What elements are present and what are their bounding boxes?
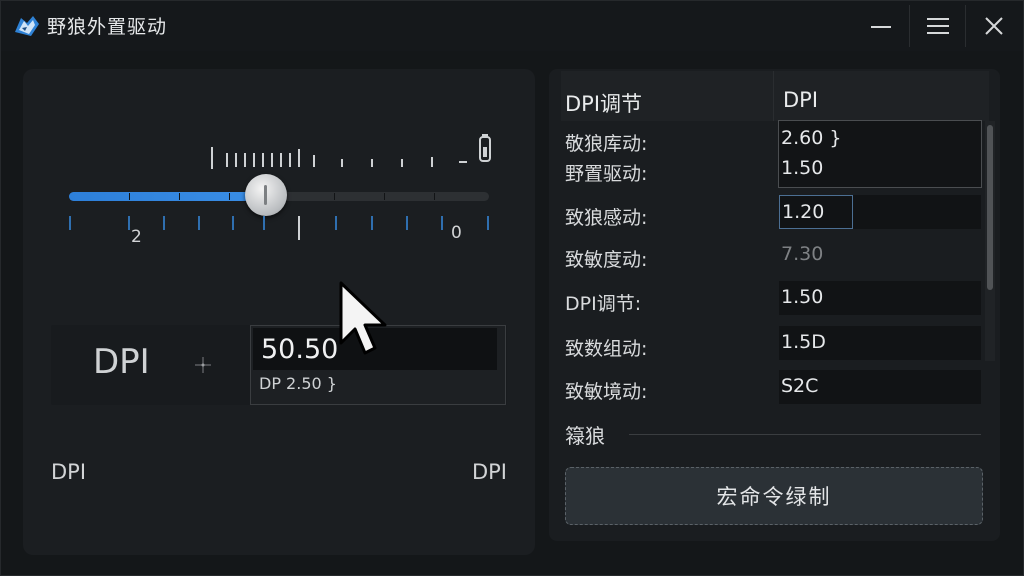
bottom-tick [69,216,71,230]
setting-label: 致敏境动: [565,381,648,403]
dpi-label: DPI [93,342,150,382]
settings-panel: DPI调节 DPI 敬狼库动: 2.60 } 野置驱动: 1.50 致狼感动: … [549,69,1000,541]
app-title: 野狼外置驱动 [47,16,168,38]
scale-label-high: 0 [451,223,462,243]
bottom-tick [128,216,130,230]
top-tick [459,161,467,163]
top-tick [401,159,403,167]
top-tick [341,159,343,167]
setting-value[interactable]: 7.30 [779,238,981,272]
section-divider [629,434,981,435]
bottom-tick [406,216,408,230]
mouse-cursor-icon [339,281,387,355]
section-title: 簶狼 [565,424,605,448]
footer-dpi-right: DPI [471,460,507,484]
setting-label: DPI调节: [565,293,642,315]
slider-segment-mark [434,193,435,200]
slider-segment-mark [334,193,335,200]
top-tick [280,153,282,167]
top-tick [244,153,246,167]
minimize-icon [871,26,891,28]
scrollbar-thumb[interactable] [987,125,993,290]
slider-segment-mark [384,193,385,200]
settings-scrollbar[interactable] [985,121,995,361]
header-divider [773,71,774,121]
macro-record-button[interactable]: 宏命令绿制 [565,467,983,525]
bottom-tick [232,216,234,230]
top-tick [313,155,315,167]
footer-dpi-left: DPI [51,460,87,484]
title-bar: 野狼外置驱动 [1,1,1023,51]
slider-segment-mark [129,193,130,200]
setting-label: 致敏度动: [565,249,648,271]
bottom-tick [198,216,200,230]
setting-value[interactable]: 1.50 [779,152,981,186]
bottom-tick [335,216,337,230]
setting-value[interactable]: 1.5D [779,326,981,360]
thumb-grip [264,185,267,205]
top-tick [226,153,228,167]
top-tick [253,153,255,167]
top-tick [289,153,291,167]
setting-value-input[interactable]: 1.20 [779,195,853,229]
setting-label: 敬狼库动: [565,133,648,155]
setting-value[interactable]: 1.20 [779,195,981,229]
top-tick [211,147,213,169]
settings-table-header: DPI调节 DPI [561,71,989,121]
dpi-panel: 2 0 DPI DP 2.50 } DPI DPI [23,69,535,555]
dpi-slider-thumb[interactable] [245,174,287,216]
setting-value[interactable]: 1.50 [779,281,981,315]
setting-label: 致狼感动: [565,207,648,229]
dpi-sub-value: DP 2.50 } [259,374,337,393]
setting-label: 野置驱动: [565,163,648,185]
top-tick [431,157,433,167]
close-icon [984,17,1003,35]
setting-label: 致数组动: [565,338,648,360]
top-tick [298,149,300,167]
crosshair-icon [195,357,211,373]
slider-segment-mark [179,193,180,200]
top-tick [235,153,237,167]
battery-icon [479,134,491,162]
scale-label-low: 2 [131,227,142,247]
bottom-tick [441,216,443,230]
header-col-dpi-adjust: DPI调节 [565,92,643,116]
top-tick [262,153,264,167]
bottom-tick [263,216,265,230]
bottom-tick [487,216,489,230]
minimize-button[interactable] [853,5,909,47]
dpi-value-group: DPI DP 2.50 } [51,325,507,405]
header-col-dpi: DPI [783,88,819,112]
menu-button[interactable] [909,5,965,47]
close-button[interactable] [965,5,1021,47]
wolf-logo-icon [15,16,39,36]
top-tick [371,159,373,167]
bottom-tick [298,216,300,240]
setting-value[interactable]: S2C [779,370,981,404]
bottom-tick [163,216,165,230]
top-tick [271,153,273,167]
dpi-slider-fill [69,192,266,201]
slider-segment-mark [229,193,230,200]
bottom-tick [371,216,373,230]
setting-value[interactable]: 2.60 } [779,122,981,156]
app-window: 野狼外置驱动 2 0 DPI 50.50 DP 2.50} DPI DPI D… [0,0,1024,576]
hamburger-menu-icon [926,18,949,34]
